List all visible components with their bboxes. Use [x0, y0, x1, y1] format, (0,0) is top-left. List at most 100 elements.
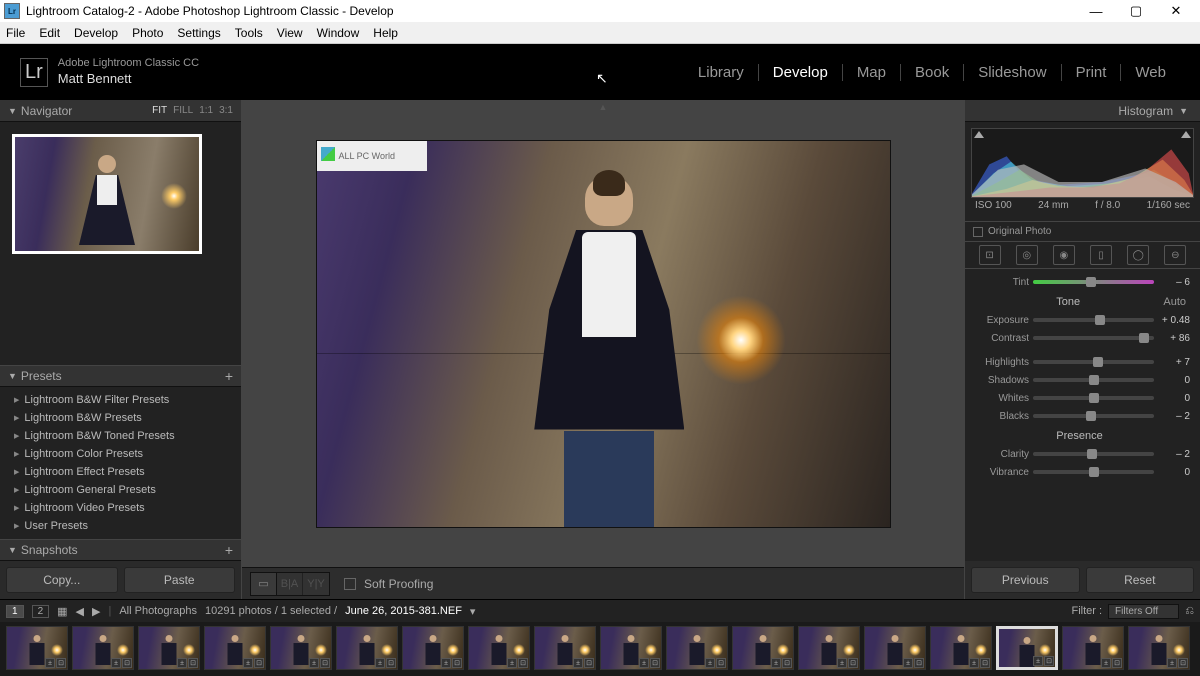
- slider-track[interactable]: [1033, 414, 1154, 418]
- paste-button[interactable]: Paste: [124, 567, 236, 593]
- slider-knob[interactable]: [1095, 315, 1105, 325]
- slider-tint[interactable]: Tint– 6: [969, 273, 1190, 291]
- zoom-31[interactable]: 3:1: [219, 105, 233, 116]
- before-after-lr-button[interactable]: B|A: [277, 573, 303, 595]
- preset-folder[interactable]: ▶Lightroom General Presets: [0, 481, 241, 499]
- filmstrip-thumb[interactable]: ±⊡: [6, 626, 68, 670]
- filmstrip-thumb[interactable]: ±⊡: [1062, 626, 1124, 670]
- before-after-tb-button[interactable]: Y|Y: [303, 573, 329, 595]
- preset-folder[interactable]: ▶Lightroom Effect Presets: [0, 463, 241, 481]
- brush-tool-icon[interactable]: ⊖: [1164, 245, 1186, 265]
- preset-folder[interactable]: ▶Lightroom B&W Filter Presets: [0, 391, 241, 409]
- slider-knob[interactable]: [1139, 333, 1149, 343]
- slider-track[interactable]: [1033, 470, 1154, 474]
- grid-icon[interactable]: ▦: [57, 605, 67, 618]
- filter-lock-icon[interactable]: ⎌: [1185, 605, 1194, 618]
- slider-track[interactable]: [1033, 336, 1154, 340]
- filmstrip-thumb[interactable]: ±⊡: [930, 626, 992, 670]
- add-snapshot-icon[interactable]: +: [225, 542, 233, 558]
- page-1-button[interactable]: 1: [6, 605, 24, 618]
- filmstrip-thumb[interactable]: ±⊡: [138, 626, 200, 670]
- module-library[interactable]: Library: [684, 64, 759, 81]
- slider-track[interactable]: [1033, 280, 1154, 284]
- slider-clarity[interactable]: Clarity– 2: [969, 445, 1190, 463]
- zoom-fill[interactable]: FILL: [173, 105, 193, 116]
- prev-photo-icon[interactable]: ◀: [76, 605, 84, 618]
- histogram-panel[interactable]: ISO 100 24 mm f / 8.0 1/160 sec: [965, 122, 1200, 222]
- menu-view[interactable]: View: [277, 26, 303, 40]
- grad-filter-icon[interactable]: ▯: [1090, 245, 1112, 265]
- filmstrip-thumb[interactable]: ±⊡: [72, 626, 134, 670]
- module-print[interactable]: Print: [1062, 64, 1122, 81]
- slider-contrast[interactable]: Contrast+ 86: [969, 329, 1190, 347]
- radial-filter-icon[interactable]: ◯: [1127, 245, 1149, 265]
- menu-file[interactable]: File: [6, 26, 25, 40]
- slider-knob[interactable]: [1089, 467, 1099, 477]
- filmstrip-thumb[interactable]: ±⊡: [402, 626, 464, 670]
- slider-knob[interactable]: [1087, 449, 1097, 459]
- page-2-button[interactable]: 2: [32, 605, 50, 618]
- checkbox-icon[interactable]: [973, 227, 983, 237]
- slider-shadows[interactable]: Shadows0: [969, 371, 1190, 389]
- slider-whites[interactable]: Whites0: [969, 389, 1190, 407]
- module-develop[interactable]: Develop: [759, 64, 843, 81]
- filmstrip-thumb[interactable]: ±⊡: [864, 626, 926, 670]
- zoom-fit[interactable]: FIT: [152, 105, 167, 116]
- zoom-11[interactable]: 1:1: [199, 105, 213, 116]
- slider-knob[interactable]: [1089, 393, 1099, 403]
- add-preset-icon[interactable]: +: [225, 368, 233, 384]
- filmstrip-thumb[interactable]: ±⊡: [270, 626, 332, 670]
- copy-button[interactable]: Copy...: [6, 567, 118, 593]
- reset-button[interactable]: Reset: [1086, 567, 1195, 593]
- preset-folder[interactable]: ▶Lightroom B&W Toned Presets: [0, 427, 241, 445]
- module-web[interactable]: Web: [1121, 64, 1180, 81]
- slider-track[interactable]: [1033, 378, 1154, 382]
- spot-tool-icon[interactable]: ◎: [1016, 245, 1038, 265]
- collection-name[interactable]: All Photographs: [119, 605, 197, 617]
- presets-header[interactable]: ▼ Presets +: [0, 365, 241, 387]
- slider-knob[interactable]: [1093, 357, 1103, 367]
- loupe-view-button[interactable]: ▭: [251, 573, 277, 595]
- slider-blacks[interactable]: Blacks– 2: [969, 407, 1190, 425]
- filmstrip-thumb[interactable]: ±⊡: [204, 626, 266, 670]
- slider-exposure[interactable]: Exposure+ 0.48: [969, 311, 1190, 329]
- filmstrip-thumb[interactable]: ±⊡: [336, 626, 398, 670]
- filmstrip-thumb[interactable]: ±⊡: [996, 626, 1058, 670]
- next-photo-icon[interactable]: ▶: [92, 605, 100, 618]
- menu-help[interactable]: Help: [373, 26, 398, 40]
- filmstrip-thumb[interactable]: ±⊡: [534, 626, 596, 670]
- original-photo-row[interactable]: Original Photo: [965, 222, 1200, 241]
- previous-button[interactable]: Previous: [971, 567, 1080, 593]
- module-book[interactable]: Book: [901, 64, 964, 81]
- menu-develop[interactable]: Develop: [74, 26, 118, 40]
- filmstrip-thumb[interactable]: ±⊡: [732, 626, 794, 670]
- slider-knob[interactable]: [1086, 411, 1096, 421]
- menu-photo[interactable]: Photo: [132, 26, 163, 40]
- slider-knob[interactable]: [1086, 277, 1096, 287]
- auto-button[interactable]: Auto: [1163, 296, 1186, 308]
- filter-select[interactable]: Filters Off: [1108, 604, 1179, 619]
- module-slideshow[interactable]: Slideshow: [964, 64, 1061, 81]
- filmstrip-thumb[interactable]: ±⊡: [600, 626, 662, 670]
- maximize-button[interactable]: ▢: [1116, 0, 1156, 22]
- close-button[interactable]: ✕: [1156, 0, 1196, 22]
- filmstrip-thumbs[interactable]: ±⊡±⊡±⊡±⊡±⊡±⊡±⊡±⊡±⊡±⊡±⊡±⊡±⊡±⊡±⊡±⊡±⊡±⊡: [0, 622, 1200, 676]
- preset-folder[interactable]: ▶User Presets: [0, 517, 241, 535]
- filmstrip-thumb[interactable]: ±⊡: [798, 626, 860, 670]
- filmstrip-thumb[interactable]: ±⊡: [666, 626, 728, 670]
- filmstrip-thumb[interactable]: ±⊡: [468, 626, 530, 670]
- soft-proofing-checkbox[interactable]: [344, 578, 356, 590]
- slider-track[interactable]: [1033, 318, 1154, 322]
- crop-tool-icon[interactable]: ⊡: [979, 245, 1001, 265]
- slider-vibrance[interactable]: Vibrance0: [969, 463, 1190, 481]
- histogram-header[interactable]: Histogram ▼: [965, 100, 1200, 122]
- navigator-preview[interactable]: [0, 122, 241, 266]
- menu-tools[interactable]: Tools: [235, 26, 263, 40]
- filename-dropdown-icon[interactable]: ▾: [470, 605, 476, 618]
- slider-knob[interactable]: [1089, 375, 1099, 385]
- slider-track[interactable]: [1033, 360, 1154, 364]
- menu-edit[interactable]: Edit: [39, 26, 60, 40]
- redeye-tool-icon[interactable]: ◉: [1053, 245, 1075, 265]
- snapshots-header[interactable]: ▼ Snapshots +: [0, 539, 241, 561]
- preset-folder[interactable]: ▶Lightroom Video Presets: [0, 499, 241, 517]
